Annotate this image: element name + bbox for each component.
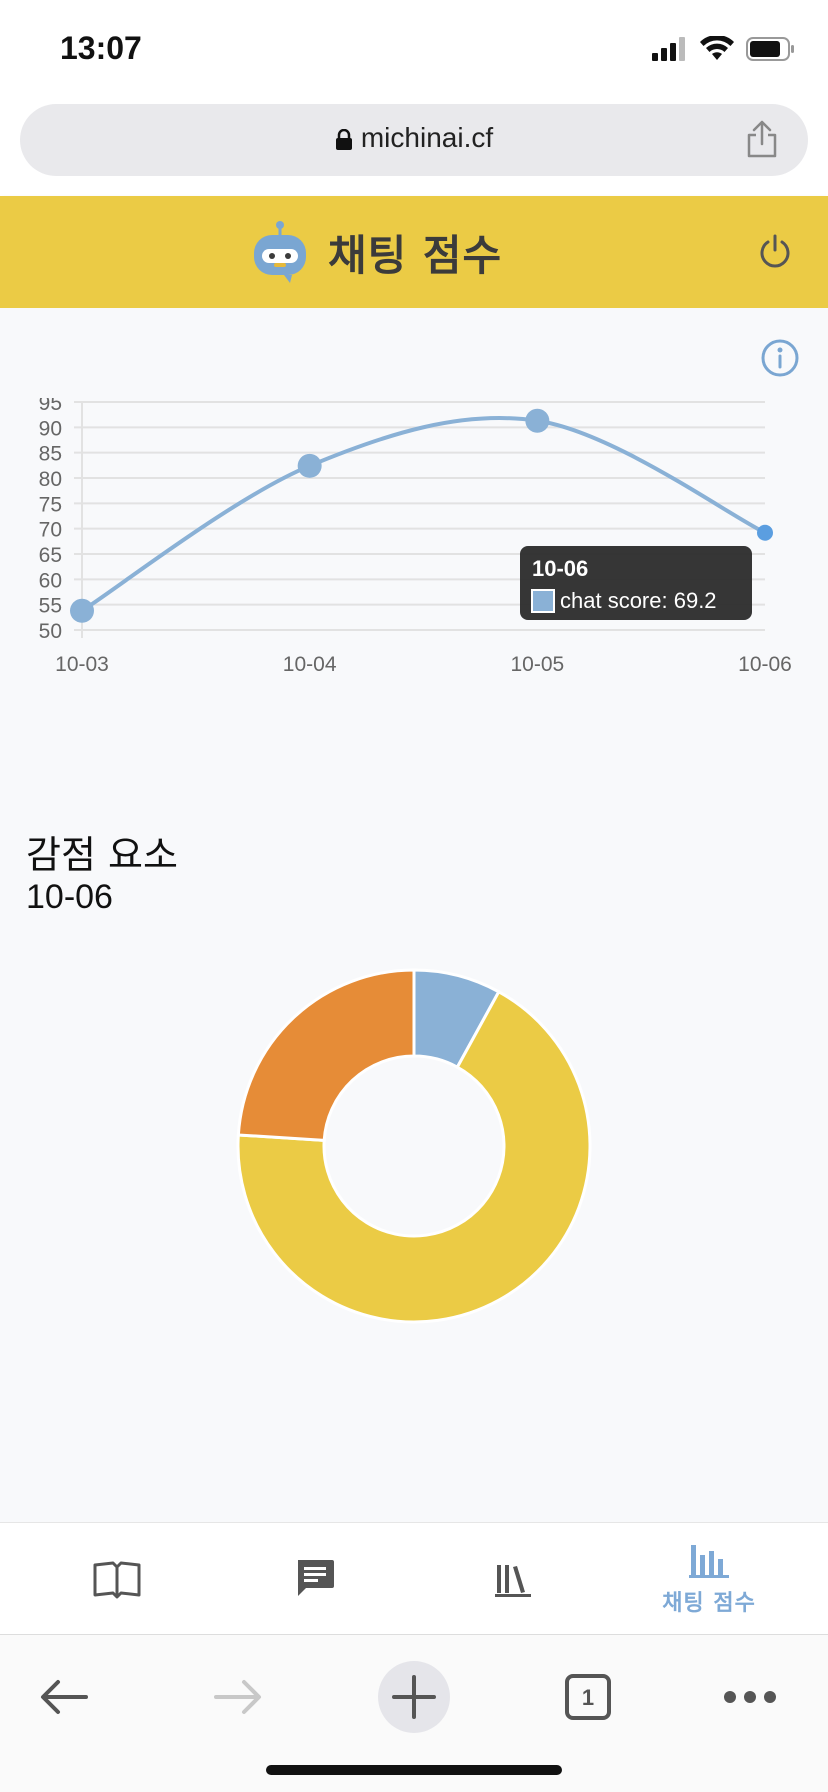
y-tick-label: 80 (39, 468, 62, 491)
x-tick-label: 10-06 (738, 653, 792, 676)
forward-button[interactable] (198, 1657, 278, 1737)
signal-icon (652, 37, 685, 61)
status-bar: 13:07 (0, 0, 828, 96)
app-header: 채팅 점수 (0, 196, 828, 308)
power-icon[interactable] (758, 234, 792, 270)
main-content: 50 55 60 65 70 75 80 85 90 95 10-03 10-04 10-05 10-0… (0, 308, 828, 1522)
chat-icon (298, 1560, 334, 1596)
back-button[interactable] (24, 1657, 104, 1737)
y-tick-label: 90 (39, 417, 62, 440)
nav-item-book[interactable] (42, 1523, 192, 1635)
bottom-nav: 채팅 점수 (0, 1522, 828, 1634)
section-title: 감점 요소 (26, 833, 178, 877)
nav-item-chat-score[interactable]: 채팅 점수 (634, 1523, 784, 1635)
bar-chart-icon (689, 1545, 729, 1578)
data-point[interactable] (757, 524, 773, 541)
book-icon (93, 1561, 141, 1599)
share-icon[interactable] (746, 120, 778, 158)
y-tick-label: 50 (39, 620, 62, 643)
more-icon (724, 1691, 776, 1703)
url-display[interactable]: michinai.cf (20, 122, 808, 154)
donut-chart (236, 968, 592, 1324)
browser-toolbar: 1 (0, 1634, 828, 1792)
more-button[interactable] (710, 1657, 790, 1737)
wifi-icon (700, 36, 734, 60)
arrow-left-icon (41, 1680, 88, 1714)
nav-label-chat-score: 채팅 점수 (662, 1591, 756, 1616)
tabs-icon: 1 (565, 1674, 611, 1720)
header-brand: 채팅 점수 (250, 216, 502, 288)
tooltip-title: 10-06 (532, 556, 588, 581)
url-text: michinai.cf (360, 122, 494, 153)
address-bar[interactable]: michinai.cf (20, 104, 808, 176)
chart-tooltip: 10-06 chat score: 69.2 (520, 546, 752, 620)
x-tick-label: 10-03 (55, 653, 109, 676)
x-tick-label: 10-05 (510, 653, 564, 676)
battery-icon (746, 37, 794, 61)
new-tab-button[interactable] (374, 1657, 454, 1737)
y-tick-label: 65 (39, 544, 62, 567)
section-date: 10-06 (26, 878, 113, 916)
nav-item-library[interactable] (438, 1523, 588, 1635)
y-tick-label: 55 (39, 595, 62, 618)
info-icon[interactable] (760, 338, 800, 378)
robot-logo-icon (254, 221, 306, 283)
plus-icon (392, 1675, 436, 1719)
new-tab-circle (378, 1661, 450, 1733)
y-tick-label: 70 (39, 519, 62, 542)
y-tick-label: 75 (39, 493, 62, 516)
y-tick-label: 95 (39, 398, 62, 415)
arrow-right-icon (214, 1680, 261, 1714)
library-icon (495, 1565, 531, 1597)
data-point[interactable] (525, 408, 550, 433)
data-point[interactable] (297, 453, 322, 478)
page-title: 채팅 점수 (328, 230, 503, 280)
tooltip-swatch (531, 589, 555, 613)
status-icons (652, 36, 796, 62)
home-indicator (266, 1765, 562, 1775)
line-chart: 5055 606570 758085 90 95 10-03 10-04 10-05 10-0… (39, 398, 792, 676)
tabs-button[interactable]: 1 (548, 1657, 628, 1737)
nav-item-chat[interactable] (240, 1523, 390, 1635)
y-tick-label: 85 (39, 443, 62, 466)
status-time: 13:07 (60, 30, 142, 66)
x-tick-label: 10-04 (283, 653, 337, 676)
donut-slice[interactable] (236, 968, 416, 1142)
lock-icon (335, 128, 352, 150)
data-point[interactable] (70, 598, 94, 623)
tab-count: 1 (582, 1685, 594, 1710)
tooltip-label: chat score: 69.2 (560, 588, 717, 613)
y-tick-label: 60 (39, 569, 62, 592)
